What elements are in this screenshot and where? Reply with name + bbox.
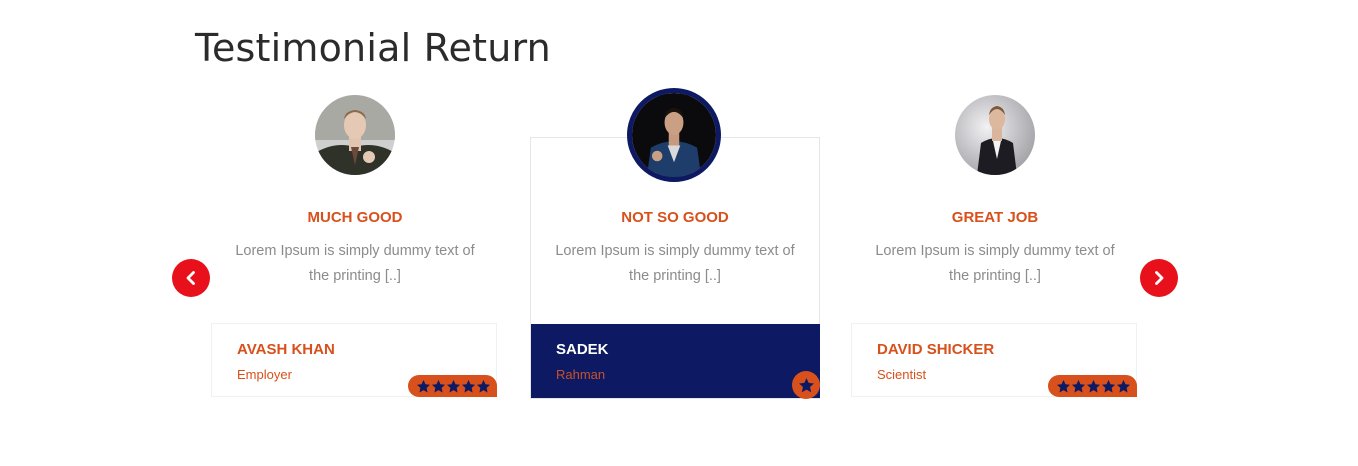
testimonial-heading: NOT SO GOOD — [621, 209, 729, 226]
testimonial-text: Lorem Ipsum is simply dummy text of the … — [555, 243, 795, 284]
testimonial-card-active: NOT SO GOOD Lorem Ipsum is simply dummy … — [530, 88, 820, 399]
author-box: SADEK Rahman — [531, 324, 820, 399]
person-photo — [315, 95, 395, 175]
section-title: Testimonial Return — [195, 26, 551, 70]
star-icon — [476, 379, 491, 392]
avatar — [315, 95, 395, 175]
star-icon — [461, 379, 476, 392]
chevron-right-icon — [1155, 271, 1164, 285]
star-icon — [1101, 379, 1116, 392]
chevron-left-icon — [186, 271, 195, 285]
star-icon — [446, 379, 461, 392]
testimonial-card: MUCH GOOD Lorem Ipsum is simply dummy te… — [210, 88, 500, 398]
carousel-prev-button[interactable] — [172, 259, 210, 297]
author-role: Scientist — [877, 367, 927, 382]
testimonial-text: Lorem Ipsum is simply dummy text of the … — [235, 243, 475, 284]
avatar — [627, 88, 721, 182]
testimonial-heading: GREAT JOB — [951, 209, 1039, 226]
person-photo — [632, 93, 716, 177]
star-icon — [431, 379, 446, 392]
author-name: AVASH KHAN — [237, 341, 335, 358]
author-box: AVASH KHAN Employer — [211, 323, 497, 397]
carousel-next-button[interactable] — [1140, 259, 1178, 297]
testimonial-heading: MUCH GOOD — [307, 209, 403, 226]
author-role: Employer — [237, 367, 292, 382]
avatar — [955, 95, 1035, 175]
author-name: SADEK — [556, 341, 609, 358]
star-rating — [408, 375, 497, 397]
star-icon — [1116, 379, 1131, 392]
star-rating — [1048, 375, 1137, 397]
author-name: DAVID SHICKER — [877, 341, 995, 358]
star-icon — [798, 377, 814, 392]
star-icon — [416, 379, 431, 392]
star-icon — [1071, 379, 1086, 392]
testimonial-card: GREAT JOB Lorem Ipsum is simply dummy te… — [850, 88, 1140, 398]
person-photo — [955, 95, 1035, 175]
star-rating — [792, 371, 820, 399]
author-role: Rahman — [556, 367, 606, 382]
star-icon — [1086, 379, 1101, 392]
testimonial-text: Lorem Ipsum is simply dummy text of the … — [875, 243, 1115, 284]
author-box: DAVID SHICKER Scientist — [851, 323, 1137, 397]
star-icon — [1056, 379, 1071, 392]
